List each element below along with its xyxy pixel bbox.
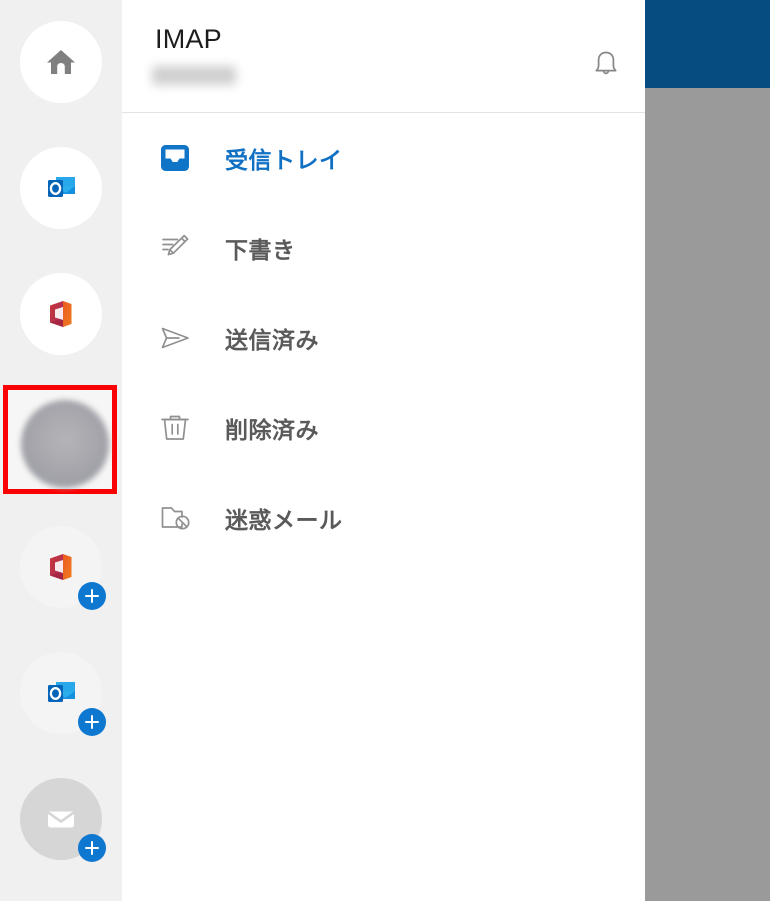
background-window-body xyxy=(645,0,770,901)
deleted-icon xyxy=(155,408,195,448)
account-rail xyxy=(0,0,122,901)
add-account-plus-icon[interactable] xyxy=(78,708,106,736)
folder-label: 受信トレイ xyxy=(225,147,343,173)
office-avatar xyxy=(20,273,102,355)
add-account-plus-icon[interactable] xyxy=(78,582,106,610)
rail-item-add-outlook[interactable] xyxy=(20,652,106,736)
page-title: IMAP xyxy=(155,24,222,54)
app-root: IMAP 受信トレイ 下書き 送信済み 削除済み 迷惑メール xyxy=(0,0,770,901)
user-avatar-icon xyxy=(21,400,109,488)
add-account-plus-icon[interactable] xyxy=(78,834,106,862)
drafts-icon xyxy=(155,228,195,268)
folder-item-inbox[interactable]: 受信トレイ xyxy=(122,113,645,203)
notification-bell-button[interactable] xyxy=(586,44,626,84)
folder-list: 受信トレイ 下書き 送信済み 削除済み 迷惑メール xyxy=(122,113,645,563)
office-icon xyxy=(44,550,78,584)
junk-icon xyxy=(155,498,195,538)
bell-icon xyxy=(586,44,626,84)
outlook-avatar xyxy=(20,147,102,229)
rail-item-home[interactable] xyxy=(20,21,102,103)
outlook-icon xyxy=(41,168,81,208)
folder-label: 送信済み xyxy=(225,327,319,353)
folder-item-junk[interactable]: 迷惑メール xyxy=(122,473,645,563)
panel-header: IMAP xyxy=(122,0,645,113)
rail-item-add-mail[interactable] xyxy=(20,778,106,862)
background-window-header xyxy=(645,0,770,88)
folder-item-sent[interactable]: 送信済み xyxy=(122,293,645,383)
rail-item-office[interactable] xyxy=(20,273,102,355)
mail-icon xyxy=(41,799,81,839)
folder-label: 下書き xyxy=(225,237,296,263)
outlook-icon xyxy=(41,673,81,713)
account-email-redacted xyxy=(152,66,236,85)
rail-item-add-office[interactable] xyxy=(20,526,106,610)
folder-item-deleted[interactable]: 削除済み xyxy=(122,383,645,473)
rail-item-user-account-selected[interactable] xyxy=(3,385,117,494)
account-folder-panel: IMAP 受信トレイ 下書き 送信済み 削除済み 迷惑メール xyxy=(122,0,645,901)
home-avatar xyxy=(20,21,102,103)
inbox-icon xyxy=(155,138,195,178)
folder-item-drafts[interactable]: 下書き xyxy=(122,203,645,293)
sent-icon xyxy=(155,318,195,358)
folder-label: 削除済み xyxy=(225,417,319,443)
folder-label: 迷惑メール xyxy=(225,507,343,533)
office-icon xyxy=(44,297,78,331)
rail-item-outlook[interactable] xyxy=(20,147,102,229)
home-icon xyxy=(43,44,79,80)
